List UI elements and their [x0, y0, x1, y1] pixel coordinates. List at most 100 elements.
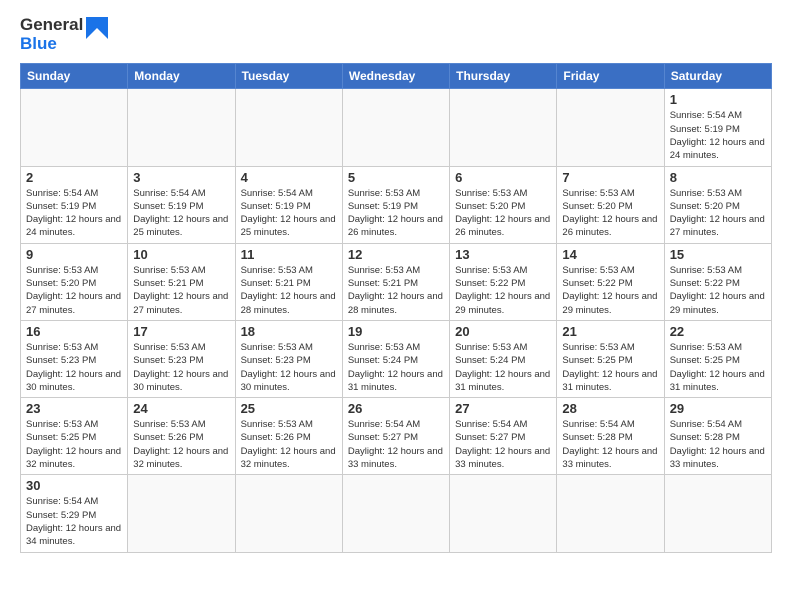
day-cell-10: 10 Sunrise: 5:53 AMSunset: 5:21 PMDaylig…	[128, 243, 235, 320]
day-number: 23	[26, 401, 122, 416]
day-number: 22	[670, 324, 766, 339]
day-cell-25: 25 Sunrise: 5:53 AMSunset: 5:26 PMDaylig…	[235, 398, 342, 475]
header-sunday: Sunday	[21, 64, 128, 89]
day-cell-11: 11 Sunrise: 5:53 AMSunset: 5:21 PMDaylig…	[235, 243, 342, 320]
day-info: Sunrise: 5:54 AMSunset: 5:28 PMDaylight:…	[670, 418, 766, 471]
day-info: Sunrise: 5:54 AMSunset: 5:19 PMDaylight:…	[670, 109, 766, 162]
empty-cell	[235, 89, 342, 166]
logo-icon	[86, 17, 108, 53]
day-info: Sunrise: 5:53 AMSunset: 5:20 PMDaylight:…	[26, 264, 122, 317]
day-number: 6	[455, 170, 551, 185]
day-number: 20	[455, 324, 551, 339]
day-info: Sunrise: 5:53 AMSunset: 5:26 PMDaylight:…	[133, 418, 229, 471]
day-number: 27	[455, 401, 551, 416]
day-number: 11	[241, 247, 337, 262]
day-info: Sunrise: 5:54 AMSunset: 5:27 PMDaylight:…	[455, 418, 551, 471]
calendar-row: 23 Sunrise: 5:53 AMSunset: 5:25 PMDaylig…	[21, 398, 772, 475]
calendar-row: 16 Sunrise: 5:53 AMSunset: 5:23 PMDaylig…	[21, 320, 772, 397]
logo-blue: Blue	[20, 35, 83, 54]
day-cell-12: 12 Sunrise: 5:53 AMSunset: 5:21 PMDaylig…	[342, 243, 449, 320]
logo-area: General Blue	[20, 16, 108, 53]
day-number: 12	[348, 247, 444, 262]
day-info: Sunrise: 5:54 AMSunset: 5:19 PMDaylight:…	[26, 187, 122, 240]
day-cell-14: 14 Sunrise: 5:53 AMSunset: 5:22 PMDaylig…	[557, 243, 664, 320]
day-cell-2: 2 Sunrise: 5:54 AMSunset: 5:19 PMDayligh…	[21, 166, 128, 243]
empty-cell	[235, 475, 342, 552]
calendar-row: 2 Sunrise: 5:54 AMSunset: 5:19 PMDayligh…	[21, 166, 772, 243]
header: General Blue	[20, 16, 772, 53]
day-info: Sunrise: 5:53 AMSunset: 5:25 PMDaylight:…	[562, 341, 658, 394]
calendar-row: 1 Sunrise: 5:54 AMSunset: 5:19 PMDayligh…	[21, 89, 772, 166]
day-cell-21: 21 Sunrise: 5:53 AMSunset: 5:25 PMDaylig…	[557, 320, 664, 397]
empty-cell	[128, 475, 235, 552]
day-info: Sunrise: 5:53 AMSunset: 5:21 PMDaylight:…	[133, 264, 229, 317]
day-number: 8	[670, 170, 766, 185]
day-cell-22: 22 Sunrise: 5:53 AMSunset: 5:25 PMDaylig…	[664, 320, 771, 397]
day-cell-17: 17 Sunrise: 5:53 AMSunset: 5:23 PMDaylig…	[128, 320, 235, 397]
day-cell-29: 29 Sunrise: 5:54 AMSunset: 5:28 PMDaylig…	[664, 398, 771, 475]
day-number: 28	[562, 401, 658, 416]
day-info: Sunrise: 5:53 AMSunset: 5:26 PMDaylight:…	[241, 418, 337, 471]
day-number: 4	[241, 170, 337, 185]
day-cell-7: 7 Sunrise: 5:53 AMSunset: 5:20 PMDayligh…	[557, 166, 664, 243]
day-number: 15	[670, 247, 766, 262]
day-info: Sunrise: 5:53 AMSunset: 5:21 PMDaylight:…	[348, 264, 444, 317]
day-info: Sunrise: 5:53 AMSunset: 5:21 PMDaylight:…	[241, 264, 337, 317]
day-info: Sunrise: 5:53 AMSunset: 5:24 PMDaylight:…	[348, 341, 444, 394]
day-number: 9	[26, 247, 122, 262]
day-cell-3: 3 Sunrise: 5:54 AMSunset: 5:19 PMDayligh…	[128, 166, 235, 243]
day-info: Sunrise: 5:53 AMSunset: 5:19 PMDaylight:…	[348, 187, 444, 240]
header-saturday: Saturday	[664, 64, 771, 89]
day-info: Sunrise: 5:53 AMSunset: 5:22 PMDaylight:…	[670, 264, 766, 317]
empty-cell	[21, 89, 128, 166]
empty-cell	[342, 89, 449, 166]
day-cell-16: 16 Sunrise: 5:53 AMSunset: 5:23 PMDaylig…	[21, 320, 128, 397]
day-info: Sunrise: 5:53 AMSunset: 5:20 PMDaylight:…	[455, 187, 551, 240]
day-info: Sunrise: 5:53 AMSunset: 5:20 PMDaylight:…	[562, 187, 658, 240]
day-cell-15: 15 Sunrise: 5:53 AMSunset: 5:22 PMDaylig…	[664, 243, 771, 320]
calendar: Sunday Monday Tuesday Wednesday Thursday…	[20, 63, 772, 552]
day-info: Sunrise: 5:53 AMSunset: 5:23 PMDaylight:…	[133, 341, 229, 394]
day-cell-4: 4 Sunrise: 5:54 AMSunset: 5:19 PMDayligh…	[235, 166, 342, 243]
day-info: Sunrise: 5:54 AMSunset: 5:29 PMDaylight:…	[26, 495, 122, 548]
header-tuesday: Tuesday	[235, 64, 342, 89]
day-info: Sunrise: 5:53 AMSunset: 5:24 PMDaylight:…	[455, 341, 551, 394]
day-number: 30	[26, 478, 122, 493]
day-cell-26: 26 Sunrise: 5:54 AMSunset: 5:27 PMDaylig…	[342, 398, 449, 475]
empty-cell	[342, 475, 449, 552]
day-number: 29	[670, 401, 766, 416]
day-info: Sunrise: 5:53 AMSunset: 5:20 PMDaylight:…	[670, 187, 766, 240]
day-info: Sunrise: 5:53 AMSunset: 5:23 PMDaylight:…	[241, 341, 337, 394]
day-info: Sunrise: 5:54 AMSunset: 5:19 PMDaylight:…	[133, 187, 229, 240]
empty-cell	[664, 475, 771, 552]
day-number: 19	[348, 324, 444, 339]
day-cell-1: 1 Sunrise: 5:54 AMSunset: 5:19 PMDayligh…	[664, 89, 771, 166]
day-cell-19: 19 Sunrise: 5:53 AMSunset: 5:24 PMDaylig…	[342, 320, 449, 397]
day-number: 24	[133, 401, 229, 416]
day-cell-13: 13 Sunrise: 5:53 AMSunset: 5:22 PMDaylig…	[450, 243, 557, 320]
day-cell-8: 8 Sunrise: 5:53 AMSunset: 5:20 PMDayligh…	[664, 166, 771, 243]
empty-cell	[450, 89, 557, 166]
day-info: Sunrise: 5:53 AMSunset: 5:22 PMDaylight:…	[562, 264, 658, 317]
day-number: 21	[562, 324, 658, 339]
day-info: Sunrise: 5:54 AMSunset: 5:27 PMDaylight:…	[348, 418, 444, 471]
day-cell-23: 23 Sunrise: 5:53 AMSunset: 5:25 PMDaylig…	[21, 398, 128, 475]
logo-general: General	[20, 16, 83, 35]
calendar-row: 30 Sunrise: 5:54 AMSunset: 5:29 PMDaylig…	[21, 475, 772, 552]
day-number: 3	[133, 170, 229, 185]
day-number: 18	[241, 324, 337, 339]
day-info: Sunrise: 5:53 AMSunset: 5:22 PMDaylight:…	[455, 264, 551, 317]
calendar-row: 9 Sunrise: 5:53 AMSunset: 5:20 PMDayligh…	[21, 243, 772, 320]
day-cell-5: 5 Sunrise: 5:53 AMSunset: 5:19 PMDayligh…	[342, 166, 449, 243]
day-cell-20: 20 Sunrise: 5:53 AMSunset: 5:24 PMDaylig…	[450, 320, 557, 397]
day-info: Sunrise: 5:54 AMSunset: 5:19 PMDaylight:…	[241, 187, 337, 240]
page: General Blue Sunday Monday Tuesday Wedne…	[0, 0, 792, 563]
empty-cell	[557, 475, 664, 552]
day-number: 16	[26, 324, 122, 339]
day-number: 2	[26, 170, 122, 185]
day-number: 17	[133, 324, 229, 339]
day-number: 13	[455, 247, 551, 262]
day-number: 25	[241, 401, 337, 416]
day-info: Sunrise: 5:53 AMSunset: 5:25 PMDaylight:…	[670, 341, 766, 394]
day-number: 7	[562, 170, 658, 185]
